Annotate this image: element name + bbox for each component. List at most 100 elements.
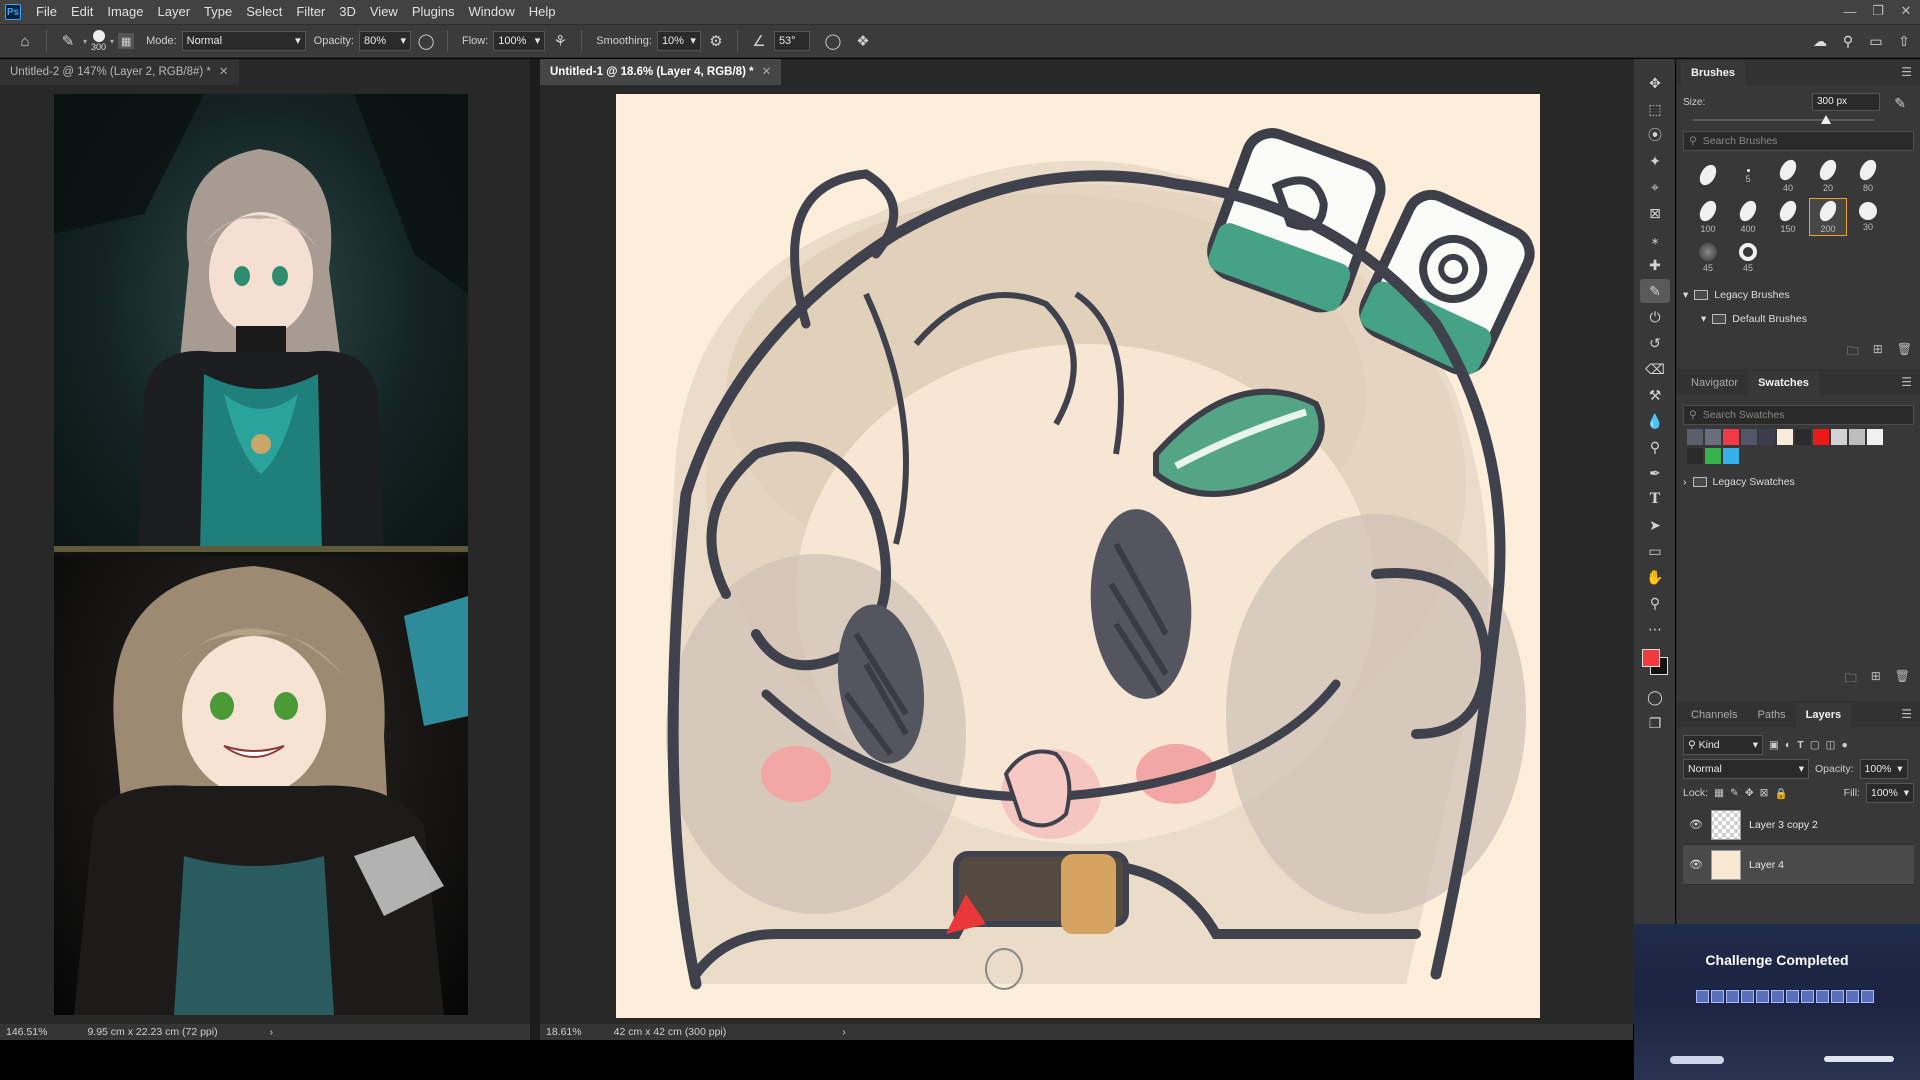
reference-canvas[interactable] bbox=[54, 94, 468, 1015]
color-swatch[interactable] bbox=[1867, 429, 1883, 445]
symmetry-icon[interactable]: ❖ bbox=[852, 30, 874, 52]
tab-layers[interactable]: Layers bbox=[1795, 703, 1852, 727]
menu-3d[interactable]: 3D bbox=[332, 0, 363, 24]
eye-icon[interactable]: 👁 bbox=[1689, 818, 1703, 831]
lock-position-icon[interactable]: ✥ bbox=[1745, 787, 1754, 799]
brush-settings-icon[interactable]: ▦ bbox=[118, 33, 135, 49]
chevron-down-icon[interactable]: ▾ bbox=[1683, 289, 1688, 301]
filter-pixel-icon[interactable]: ▣ bbox=[1769, 739, 1779, 751]
chevron-down-icon[interactable]: ▾ bbox=[83, 37, 87, 46]
layer-opacity-field[interactable]: 100% ▾ bbox=[1859, 759, 1908, 779]
new-folder-icon[interactable]: 🗀 bbox=[1845, 669, 1857, 690]
pressure-opacity-icon[interactable]: ◯ bbox=[415, 30, 437, 52]
legacy-swatches-folder[interactable]: › Legacy Swatches bbox=[1683, 470, 1914, 494]
chevron-down-icon[interactable]: ▾ bbox=[1701, 313, 1706, 325]
frame-tool-icon[interactable]: ⊠ bbox=[1640, 201, 1670, 225]
trash-icon[interactable]: 🗑 bbox=[1897, 342, 1912, 363]
foreground-color-swatch[interactable] bbox=[1642, 649, 1660, 667]
shape-tool-icon[interactable]: ▭ bbox=[1640, 539, 1670, 563]
opacity-field[interactable]: 80% ▾ bbox=[359, 31, 411, 51]
brush-preset-selected[interactable]: 200 bbox=[1809, 197, 1847, 236]
brush-search-input[interactable]: ⚲ Search Brushes bbox=[1683, 131, 1914, 151]
panel-menu-icon[interactable]: ☰ bbox=[1901, 65, 1912, 79]
color-swatch[interactable] bbox=[1687, 429, 1703, 445]
close-icon[interactable]: ✕ bbox=[1892, 0, 1920, 22]
brush-size-slider[interactable] bbox=[1693, 113, 1874, 127]
menu-select[interactable]: Select bbox=[239, 0, 289, 24]
menu-edit[interactable]: Edit bbox=[64, 0, 100, 24]
pressure-size-icon[interactable]: ◯ bbox=[822, 30, 844, 52]
default-brushes-folder[interactable]: ▾ Default Brushes bbox=[1683, 307, 1914, 331]
healing-brush-tool-icon[interactable]: ✚ bbox=[1640, 253, 1670, 277]
blur-tool-icon[interactable]: 💧 bbox=[1640, 409, 1670, 433]
color-swatch[interactable] bbox=[1813, 429, 1829, 445]
brush-preset[interactable]: 400 bbox=[1729, 197, 1767, 236]
blend-mode-select[interactable]: Normal ▾ bbox=[1683, 759, 1809, 779]
panel-menu-icon[interactable]: ☰ bbox=[1901, 375, 1912, 389]
minimize-icon[interactable]: — bbox=[1836, 0, 1864, 22]
brush-size-field[interactable]: 300 px bbox=[1812, 93, 1880, 111]
marquee-tool-icon[interactable]: ⬚ bbox=[1640, 97, 1670, 121]
mode-select[interactable]: Normal ▾ bbox=[181, 31, 306, 51]
screen-mode-icon[interactable]: ❐ bbox=[1640, 711, 1670, 735]
color-swatch[interactable] bbox=[1849, 429, 1865, 445]
filter-toggle-icon[interactable]: ● bbox=[1842, 739, 1848, 751]
paint-bucket-tool-icon[interactable]: ⚒ bbox=[1640, 383, 1670, 407]
menu-file[interactable]: File bbox=[29, 0, 64, 24]
new-swatch-icon[interactable]: ⊞ bbox=[1871, 669, 1881, 690]
layer-fill-field[interactable]: 100% ▾ bbox=[1866, 783, 1914, 803]
smoothing-field[interactable]: 10% ▾ bbox=[656, 31, 701, 51]
color-swatch[interactable] bbox=[1759, 429, 1775, 445]
quick-mask-icon[interactable]: ◯ bbox=[1640, 685, 1670, 709]
color-swatch[interactable] bbox=[1723, 448, 1739, 464]
path-selection-tool-icon[interactable]: ➤ bbox=[1640, 513, 1670, 537]
brush-preset[interactable] bbox=[1689, 157, 1727, 195]
airbrush-icon[interactable]: ⚘ bbox=[549, 30, 571, 52]
chevron-right-icon[interactable]: › bbox=[1683, 476, 1687, 488]
brush-preset[interactable]: 30 bbox=[1849, 198, 1887, 236]
share-icon[interactable]: ⇧ bbox=[1894, 31, 1914, 51]
restore-icon[interactable]: ❐ bbox=[1864, 0, 1892, 22]
menu-type[interactable]: Type bbox=[197, 0, 239, 24]
chevron-right-icon[interactable]: › bbox=[270, 1026, 274, 1038]
brush-preset[interactable]: 20 bbox=[1809, 156, 1847, 195]
menu-image[interactable]: Image bbox=[100, 0, 150, 24]
workspace-icon[interactable]: ▭ bbox=[1866, 31, 1886, 51]
history-brush-tool-icon[interactable]: ↺ bbox=[1640, 331, 1670, 355]
color-swatch[interactable] bbox=[1795, 429, 1811, 445]
color-swatch[interactable] bbox=[1705, 429, 1721, 445]
eraser-tool-icon[interactable]: ⌫ bbox=[1640, 357, 1670, 381]
zoom-tool-icon[interactable]: ⚲ bbox=[1640, 591, 1670, 615]
menu-window[interactable]: Window bbox=[461, 0, 521, 24]
brush-tool-icon[interactable]: ✎ bbox=[57, 30, 79, 52]
search-icon[interactable]: ⚲ bbox=[1838, 31, 1858, 51]
angle-field[interactable]: 53° bbox=[773, 31, 810, 51]
close-icon[interactable]: ✕ bbox=[219, 66, 229, 78]
new-brush-icon[interactable]: ⊞ bbox=[1873, 342, 1883, 363]
gear-icon[interactable]: ⚙ bbox=[705, 30, 727, 52]
tab-swatches[interactable]: Swatches bbox=[1748, 371, 1819, 395]
dodge-tool-icon[interactable]: ⚲ bbox=[1640, 435, 1670, 459]
menu-view[interactable]: View bbox=[363, 0, 405, 24]
home-icon[interactable]: ⌂ bbox=[14, 30, 36, 52]
color-picker[interactable] bbox=[1634, 643, 1675, 683]
drawing-canvas[interactable] bbox=[616, 94, 1540, 1018]
lasso-tool-icon[interactable]: ⦿ bbox=[1640, 123, 1670, 147]
eyedropper-tool-icon[interactable]: ⁎ bbox=[1640, 227, 1670, 251]
lock-all-icon[interactable]: 🔒 bbox=[1774, 787, 1787, 800]
new-folder-icon[interactable]: 🗀 bbox=[1847, 342, 1859, 363]
notification-button[interactable] bbox=[1670, 1056, 1724, 1064]
color-swatch[interactable] bbox=[1831, 429, 1847, 445]
menu-filter[interactable]: Filter bbox=[289, 0, 332, 24]
brush-preset[interactable]: 150 bbox=[1769, 197, 1807, 236]
color-swatch[interactable] bbox=[1723, 429, 1739, 445]
lock-artboard-icon[interactable]: ⊠ bbox=[1760, 787, 1769, 799]
brush-tool-icon[interactable]: ✎ bbox=[1640, 279, 1670, 303]
filter-smart-object-icon[interactable]: ◫ bbox=[1826, 739, 1836, 751]
center-zoom-readout[interactable]: 18.61% bbox=[546, 1026, 582, 1038]
layer-row[interactable]: 👁 Layer 3 copy 2 bbox=[1683, 805, 1914, 845]
layer-filter-select[interactable]: ⚲ Kind ▾ bbox=[1683, 735, 1763, 755]
pen-tool-icon[interactable]: ✒ bbox=[1640, 461, 1670, 485]
chevron-right-icon[interactable]: › bbox=[842, 1026, 846, 1038]
tab-untitled-1[interactable]: Untitled-1 @ 18.6% (Layer 4, RGB/8) * ✕ bbox=[540, 59, 782, 85]
